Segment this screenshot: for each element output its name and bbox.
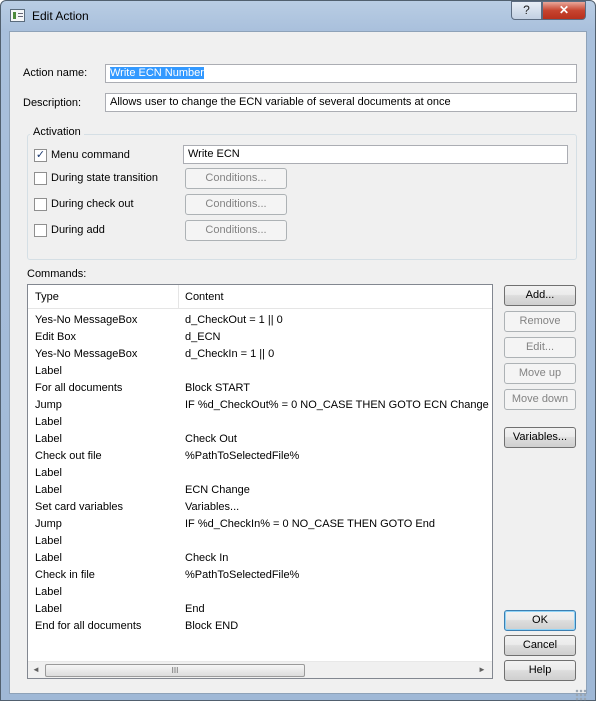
app-icon	[10, 9, 25, 22]
scroll-left-icon[interactable]: ◄	[31, 665, 41, 675]
description-input[interactable]: Allows user to change the ECN variable o…	[105, 93, 577, 112]
table-row[interactable]: Label	[28, 414, 492, 431]
cell-content: %PathToSelectedFile%	[185, 569, 300, 581]
check-out-checkbox[interactable]	[34, 198, 47, 211]
cell-type: Yes-No MessageBox	[35, 348, 138, 360]
window-title: Edit Action	[32, 9, 89, 23]
horizontal-scrollbar[interactable]: ◄ III ►	[28, 661, 492, 678]
table-row[interactable]: Label	[28, 533, 492, 550]
cell-type: Label	[35, 586, 62, 598]
check-out-label: During check out	[51, 198, 134, 210]
cell-content: %PathToSelectedFile%	[185, 450, 300, 462]
cell-type: Edit Box	[35, 331, 76, 343]
action-name-label: Action name:	[23, 67, 88, 79]
move-up-button[interactable]: Move up	[504, 363, 576, 384]
remove-button[interactable]: Remove	[504, 311, 576, 332]
help-title-button[interactable]: ?	[511, 1, 542, 20]
table-row[interactable]: Yes-No MessageBox d_CheckIn = 1 || 0	[28, 346, 492, 363]
menu-command-input[interactable]: Write ECN	[183, 145, 568, 164]
table-row[interactable]: Label	[28, 363, 492, 380]
column-divider[interactable]	[178, 285, 179, 309]
add-conditions-button[interactable]: Conditions...	[185, 220, 287, 241]
add-label: During add	[51, 224, 105, 236]
cell-content: IF %d_CheckOut% = 0 NO_CASE THEN GOTO EC…	[185, 399, 489, 411]
description-label: Description:	[23, 97, 82, 109]
help-button[interactable]: Help	[504, 660, 576, 681]
commands-list[interactable]: Type Content Yes-No MessageBox d_CheckOut…	[27, 284, 493, 679]
cell-content: Check In	[185, 552, 229, 564]
variables-button[interactable]: Variables...	[504, 427, 576, 448]
column-header-type[interactable]: Type	[35, 291, 59, 303]
check-mark-icon: ✓	[35, 149, 46, 161]
cell-content: Variables...	[185, 501, 240, 513]
table-row[interactable]: Check out file %PathToSelectedFile%	[28, 448, 492, 465]
close-icon: ✕	[558, 3, 570, 17]
table-row[interactable]: Label	[28, 465, 492, 482]
state-transition-conditions-button[interactable]: Conditions...	[185, 168, 287, 189]
table-row[interactable]: Check in file %PathToSelectedFile%	[28, 567, 492, 584]
table-row[interactable]: End for all documents Block END	[28, 618, 492, 635]
cell-type: Check out file	[35, 450, 102, 462]
cell-type: Jump	[35, 518, 62, 530]
table-row[interactable]: Label ECN Change	[28, 482, 492, 499]
dialog-body: Action name: Write ECN Number Descriptio…	[9, 31, 587, 694]
edit-action-dialog: Edit Action ? ✕ Action name: Write ECN N…	[0, 0, 596, 701]
cell-type: For all documents	[35, 382, 123, 394]
add-button[interactable]: Add...	[504, 285, 576, 306]
cell-type: Label	[35, 603, 62, 615]
column-header-content[interactable]: Content	[185, 291, 224, 303]
cell-type: Label	[35, 433, 62, 445]
cell-content: d_ECN	[185, 331, 221, 343]
cell-content: Block START	[185, 382, 250, 394]
activation-title: Activation	[30, 126, 84, 138]
cell-content: ECN Change	[185, 484, 250, 496]
list-header: Type Content	[28, 285, 492, 309]
table-row[interactable]: Jump IF %d_CheckOut% = 0 NO_CASE THEN GOT…	[28, 397, 492, 414]
menu-command-checkbox[interactable]: ✓	[34, 149, 47, 162]
cell-content: d_CheckIn = 1 || 0	[185, 348, 275, 360]
table-row[interactable]: Label Check Out	[28, 431, 492, 448]
menu-command-label: Menu command	[51, 149, 130, 161]
cell-type: Jump	[35, 399, 62, 411]
check-out-conditions-button[interactable]: Conditions...	[185, 194, 287, 215]
scroll-thumb[interactable]: III	[45, 664, 305, 677]
add-checkbox[interactable]	[34, 224, 47, 237]
ok-button[interactable]: OK	[504, 610, 576, 631]
table-row[interactable]: Edit Box d_ECN	[28, 329, 492, 346]
cell-content: d_CheckOut = 1 || 0	[185, 314, 283, 326]
cell-type: Label	[35, 416, 62, 428]
commands-label: Commands:	[27, 268, 87, 280]
resize-grip-icon[interactable]	[575, 689, 587, 701]
cancel-button[interactable]: Cancel	[504, 635, 576, 656]
cell-type: Label	[35, 552, 62, 564]
state-transition-checkbox[interactable]	[34, 172, 47, 185]
close-button[interactable]: ✕	[542, 1, 586, 20]
title-bar[interactable]: Edit Action ? ✕	[1, 1, 595, 31]
scroll-right-icon[interactable]: ►	[477, 665, 487, 675]
cell-content: Block END	[185, 620, 239, 632]
cell-content: Check Out	[185, 433, 237, 445]
table-row[interactable]: Jump IF %d_CheckIn% = 0 NO_CASE THEN GOTO…	[28, 516, 492, 533]
cell-type: Yes-No MessageBox	[35, 314, 138, 326]
table-row[interactable]: Set card variables Variables...	[28, 499, 492, 516]
cell-type: Label	[35, 535, 62, 547]
cell-type: Check in file	[35, 569, 95, 581]
table-row[interactable]: Label End	[28, 601, 492, 618]
cell-type: Set card variables	[35, 501, 124, 513]
table-row[interactable]: Yes-No MessageBox d_CheckOut = 1 || 0	[28, 312, 492, 329]
cell-content: End	[185, 603, 205, 615]
table-row[interactable]: Label Check In	[28, 550, 492, 567]
cell-type: Label	[35, 467, 62, 479]
cell-type: Label	[35, 484, 62, 496]
state-transition-label: During state transition	[51, 172, 158, 184]
cell-type: Label	[35, 365, 62, 377]
action-name-input[interactable]: Write ECN Number	[105, 64, 577, 83]
action-name-value: Write ECN Number	[110, 67, 204, 79]
move-down-button[interactable]: Move down	[504, 389, 576, 410]
cell-type: End for all documents	[35, 620, 142, 632]
cell-content: IF %d_CheckIn% = 0 NO_CASE THEN GOTO End	[185, 518, 435, 530]
edit-button[interactable]: Edit...	[504, 337, 576, 358]
table-row[interactable]: Label	[28, 584, 492, 601]
table-row[interactable]: For all documents Block START	[28, 380, 492, 397]
